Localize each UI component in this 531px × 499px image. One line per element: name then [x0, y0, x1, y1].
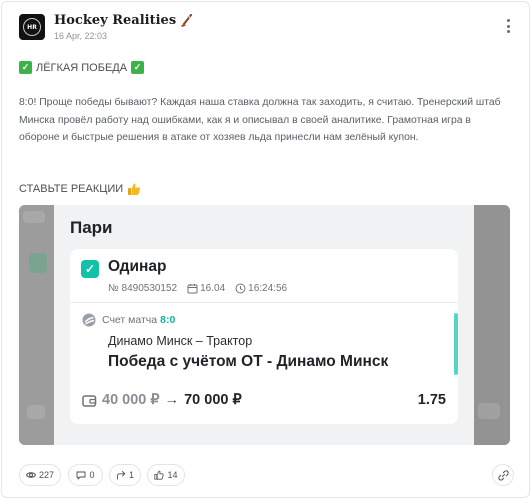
bet-number: № 8490530152	[108, 283, 178, 294]
post-header: HR Hockey Realities 16 Apr, 22:03	[19, 13, 514, 43]
calendar-icon	[187, 284, 198, 294]
comments-button[interactable]: 0	[68, 464, 103, 486]
channel-name[interactable]: Hockey Realities	[54, 13, 194, 28]
avatar-logo: HR	[23, 18, 41, 36]
payout-amount: 70 000 ₽	[184, 392, 242, 408]
bet-outcome: Победа с учётом ОТ - Динамо Минск	[108, 353, 389, 370]
check-mark-icon: ✓	[19, 61, 32, 74]
checkbox-checked-icon: ✓	[81, 260, 99, 278]
like-button[interactable]: 14	[147, 464, 185, 486]
check-mark-icon: ✓	[131, 61, 145, 74]
comment-icon	[77, 471, 86, 480]
like-icon	[154, 470, 165, 480]
post-body: 8:0! Проще победы бывают? Каждая наша ст…	[19, 97, 501, 143]
arrow-right-icon: →	[164, 392, 180, 408]
reactions-call-text: СТАВЬТЕ РЕАКЦИИ	[19, 183, 124, 195]
clock-icon	[235, 283, 246, 294]
link-icon	[497, 469, 509, 481]
screenshot-backdrop-right	[474, 205, 510, 445]
score-label: Счет матча	[102, 314, 158, 326]
views-counter: 227	[19, 464, 61, 486]
bet-amounts: 40 000 ₽ → 70 000 ₽ 1.75	[82, 392, 446, 408]
bet-type: Одинар	[108, 258, 167, 275]
share-icon	[117, 471, 126, 480]
bet-date: 16.04	[200, 283, 226, 294]
stake-amount: 40 000 ₽	[102, 392, 160, 408]
score-value: 8:0	[160, 314, 176, 326]
match-teams: Динамо Минск – Трактор	[108, 334, 253, 348]
post-card: HR Hockey Realities 16 Apr, 22:03 ✓ ЛЁГК…	[1, 1, 530, 498]
channel-avatar[interactable]: HR	[19, 14, 45, 40]
comments-count: 0	[89, 470, 95, 480]
eye-icon	[25, 472, 36, 478]
post-date: 16 Apr, 22:03	[54, 31, 108, 41]
likes-count: 14	[167, 470, 178, 480]
copy-link-button[interactable]	[492, 464, 514, 486]
bet-card: ✓ Одинар № 8490530152 16.04 16:24:56 Сче…	[70, 249, 458, 424]
reactions-call: СТАВЬТЕ РЕАКЦИИ	[19, 182, 141, 196]
more-options-icon[interactable]	[502, 17, 514, 35]
wallet-icon	[82, 394, 97, 407]
bet-slip-screen: Пари ✓ Одинар № 8490530152 16.04 16:24:5…	[54, 205, 474, 445]
match-score-row: Счет матча 8:0	[82, 313, 175, 327]
post-heading: ✓ ЛЁГКАЯ ПОБЕДА ✓	[19, 61, 145, 74]
views-count: 227	[38, 470, 55, 480]
post-heading-text: ЛЁГКАЯ ПОБЕДА	[36, 61, 128, 74]
post-footer: 227 0 1 14	[19, 464, 514, 486]
bet-time: 16:24:56	[248, 283, 288, 294]
hockey-puck-icon	[82, 313, 96, 327]
bet-screenshot[interactable]: Пари ✓ Одинар № 8490530152 16.04 16:24:5…	[19, 205, 510, 445]
win-indicator-bar	[454, 313, 458, 375]
share-button[interactable]: 1	[109, 464, 141, 486]
card-divider	[70, 302, 458, 303]
bet-screen-title: Пари	[70, 218, 113, 237]
coefficient: 1.75	[417, 392, 446, 408]
thumbs-up-icon	[128, 183, 141, 195]
bet-meta: № 8490530152 16.04 16:24:56	[108, 283, 287, 294]
hockey-stick-icon	[181, 13, 193, 27]
shares-count: 1	[128, 470, 134, 480]
channel-name-text: Hockey Realities	[54, 13, 177, 28]
screenshot-backdrop-left	[19, 205, 54, 445]
